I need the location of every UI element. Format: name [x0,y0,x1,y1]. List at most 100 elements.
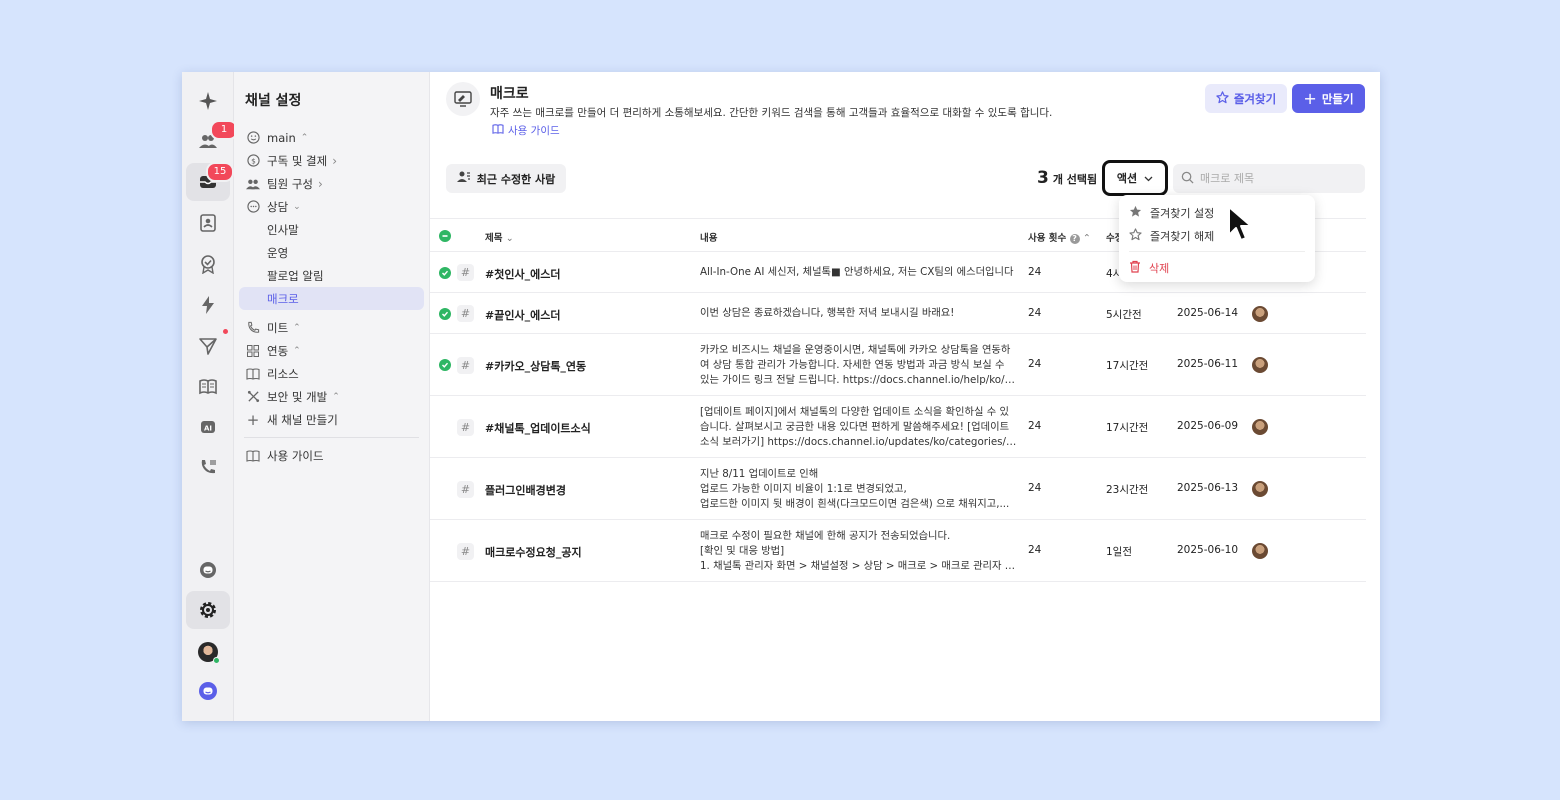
macro-title[interactable]: 플러그인배경변경 [485,482,566,498]
macro-content: [업데이트 페이지]에서 채널톡의 다양한 업데이트 소식을 확인하실 수 있습… [700,405,1020,448]
usage-count: 24 [1028,482,1042,494]
modified-time: 1일전 [1106,546,1133,558]
favorites-button[interactable]: 즐겨찾기 [1205,84,1287,113]
guide-link[interactable]: 사용 가이드 [492,123,560,138]
action-dropdown-button[interactable]: 액션 [1102,160,1168,196]
sparkle-icon[interactable] [186,82,230,120]
main-content: 매크로 자주 쓰는 매크로를 만들어 더 편리하게 소통해보세요. 간단한 키워… [430,72,1380,721]
macro-search[interactable] [1173,164,1365,193]
usage-count: 24 [1028,265,1042,278]
badge-check-icon[interactable] [186,245,230,283]
table-row[interactable]: # 매크로수정요청_공지 매크로 수정이 필요한 채널에 한해 공지가 전송되었습니… [430,520,1366,582]
sidebar-item-resource[interactable]: 리소스 [234,362,429,385]
sidebar-item-meet[interactable]: 미트 ⌃ [234,316,429,339]
people-icon [246,177,260,191]
hash-icon: # [457,480,474,498]
sidebar-item-consult[interactable]: 상담 ⌄ [234,195,429,218]
table-row[interactable]: # #채널톡_업데이트소식 [업데이트 페이지]에서 채널톡의 다양한 업데이트 소… [430,396,1366,458]
sidebar-item-label: 팀원 구성 [267,176,313,191]
contacts-icon[interactable]: 1 [186,120,238,160]
table-row[interactable]: # #카카오_상담톡_연동 카카오 비즈시느 채널을 운영중이시면, 채널톡에 카카… [430,334,1366,396]
hash-icon: # [457,264,474,281]
smile-icon [246,131,260,145]
last-used-date: 2025-06-13 [1177,482,1239,494]
phone-icon [246,321,260,335]
contact-card-icon[interactable] [186,204,230,242]
sidebar-item-label: 보안 및 개발 [267,389,328,404]
app-window: 1 15 AI 채널 설정 main ⌃ $ 구독 및 결제 › 팀원 구성 ›… [182,72,1380,721]
sidebar-sub-macro[interactable]: 매크로 [239,287,424,310]
editor-avatar [1252,543,1268,559]
sidebar-item-billing[interactable]: $ 구독 및 결제 › [234,149,429,172]
macro-content: 카카오 비즈시느 채널을 운영중이시면, 채널톡에 카카오 상담톡을 연동하 여 … [700,343,1020,386]
lightning-icon[interactable] [186,286,230,324]
menu-item-label: 즐겨찾기 설정 [1150,206,1215,220]
macro-title[interactable]: 매크로수정요청_공지 [485,544,582,560]
macro-title[interactable]: #첫인사_에스더 [485,266,560,282]
inbox-badge: 15 [206,162,234,182]
macro-content: 이번 상담은 종료하겠습니다, 행복한 저녁 보내시길 바래요! [700,307,955,319]
row-checkbox[interactable] [439,359,451,371]
column-header-title[interactable]: 제목 ⌄ [485,230,514,244]
sidebar-item-guide[interactable]: 사용 가이드 [234,444,429,467]
editor-avatar [1252,305,1268,322]
macro-title[interactable]: #채널톡_업데이트소식 [485,420,591,436]
channel-logo-icon[interactable] [186,672,230,710]
chevron-down-icon: ⌄ [293,201,301,212]
sidebar-sub-followup[interactable]: 팔로업 알림 [234,264,429,287]
dollar-icon: $ [246,154,260,168]
menu-item-set-favorite[interactable]: 즐겨찾기 설정 [1119,201,1315,224]
sidebar-title: 채널 설정 [245,93,302,109]
modified-time: 17시간전 [1106,422,1149,434]
column-header-content: 내용 [700,233,718,244]
editor-avatar [1252,357,1268,373]
table-row[interactable]: # 플러그인배경변경 지난 8/11 업데이트로 인해 업로드 가능한 이미지 비율이… [430,458,1366,520]
menu-item-delete[interactable]: 삭제 [1119,256,1315,279]
macro-title[interactable]: #끝인사_에스더 [485,307,560,323]
macro-content: 매크로 수정이 필요한 채널에 한해 공지가 전송되었습니다. [확인 및 대응 … [700,529,1020,572]
book-icon [492,124,504,137]
book-open-icon[interactable] [186,368,230,406]
page-description: 자주 쓰는 매크로를 만들어 더 편리하게 소통해보세요. 간단한 키워드 검색… [490,107,1053,119]
channel-chat-icon[interactable] [186,551,230,589]
sidebar-item-security[interactable]: 보안 및 개발 ⌃ [234,385,429,408]
selected-count: 3 개 선택됨 [1037,168,1097,188]
macro-content: 지난 8/11 업데이트로 인해 업로드 가능한 이미지 비율이 1:1로 변경되… [700,467,1010,510]
modified-time: 5시간전 [1106,308,1142,321]
recent-editor-filter-button[interactable]: 최근 수정한 사람 [446,164,566,193]
hash-icon: # [457,305,474,322]
sidebar-item-main[interactable]: main ⌃ [234,126,429,149]
chevron-down-icon [1144,172,1153,185]
search-input[interactable] [1200,172,1350,185]
sidebar-item-new-channel[interactable]: + 새 채널 만들기 [234,408,429,431]
modified-time: 23시간전 [1106,484,1149,496]
gear-icon[interactable] [186,591,230,629]
macro-title[interactable]: #카카오_상담톡_연동 [485,358,586,374]
menu-item-label: 즐겨찾기 해제 [1150,229,1215,243]
modified-time: 17시간전 [1106,360,1149,372]
svg-text:AI: AI [204,425,212,433]
create-button[interactable]: + 만들기 [1292,84,1365,113]
select-all-checkbox[interactable] [439,230,451,242]
usage-count: 24 [1028,420,1042,432]
sidebar-item-integration[interactable]: 연동 ⌃ [234,339,429,362]
sidebar-sub-greeting[interactable]: 인사말 [234,218,429,241]
hash-icon: # [457,418,474,436]
table-row[interactable]: # #끝인사_에스더 이번 상담은 종료하겠습니다, 행복한 저녁 보내시길 바래요… [430,293,1366,334]
usage-count: 24 [1028,544,1042,556]
tools-icon [246,390,260,404]
star-outline-icon [1129,227,1142,244]
inbox-icon[interactable]: 15 [186,162,234,201]
sidebar-item-label: main [267,130,296,145]
column-header-usage[interactable]: 사용 횟수 ? ⌃ [1028,230,1091,244]
phone-icon[interactable] [186,448,230,486]
send-icon[interactable] [186,327,230,365]
action-button-label: 액션 [1116,172,1138,185]
sidebar-sub-operation[interactable]: 운영 [234,241,429,264]
row-checkbox[interactable] [439,307,451,320]
ai-icon[interactable]: AI [186,408,230,446]
menu-item-unset-favorite[interactable]: 즐겨찾기 해제 [1119,224,1315,247]
user-avatar[interactable] [186,633,230,671]
sidebar-item-team[interactable]: 팀원 구성 › [234,172,429,195]
row-checkbox[interactable] [439,266,451,279]
